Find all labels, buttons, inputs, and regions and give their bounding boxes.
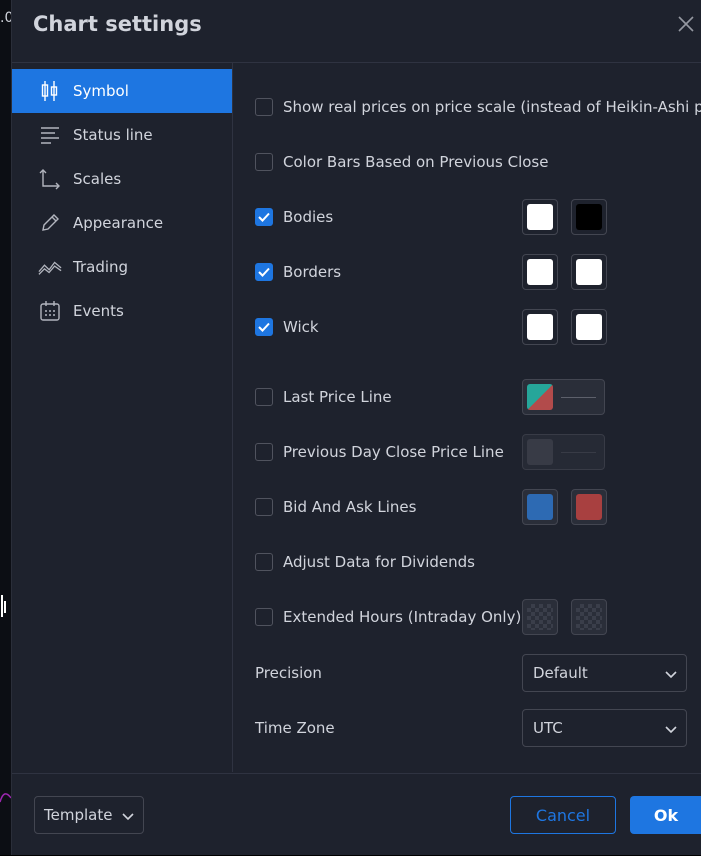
show-real-prices-checkbox[interactable] xyxy=(255,98,273,116)
last-price-line-row: Last Price Line xyxy=(255,385,392,409)
adjust-dividends-row: Adjust Data for Dividends xyxy=(255,550,475,574)
sidebar-item-events[interactable]: Events xyxy=(12,289,232,333)
timezone-label: Time Zone xyxy=(255,719,335,737)
candlestick-icon xyxy=(38,79,62,103)
prev-day-close-row: Previous Day Close Price Line xyxy=(255,440,504,464)
close-icon[interactable] xyxy=(676,14,696,34)
last-price-line-checkbox[interactable] xyxy=(255,388,273,406)
chevron-down-icon xyxy=(122,813,134,821)
sidebar-item-label: Symbol xyxy=(73,82,129,100)
last-price-line-color xyxy=(527,384,553,410)
checkmark-icon xyxy=(258,212,270,222)
timezone-select[interactable]: UTC xyxy=(522,709,687,747)
dialog-title: Chart settings xyxy=(33,12,202,36)
borders-down-color-swatch[interactable] xyxy=(571,254,607,290)
color-bars-row: Color Bars Based on Previous Close xyxy=(255,150,548,174)
borders-row: Borders xyxy=(255,260,341,284)
lines-icon xyxy=(38,123,62,147)
wick-label: Wick xyxy=(283,318,319,336)
borders-checkbox[interactable] xyxy=(255,263,273,281)
wick-up-color-swatch[interactable] xyxy=(522,309,558,345)
sidebar-item-label: Events xyxy=(73,302,124,320)
bid-ask-checkbox[interactable] xyxy=(255,498,273,516)
chart-settings-dialog: Chart settings Symbol Status line Scales… xyxy=(11,0,701,855)
bodies-label: Bodies xyxy=(283,208,334,226)
line-style-preview xyxy=(561,396,596,398)
symbol-settings-panel: Show real prices on price scale (instead… xyxy=(233,63,701,772)
extended-hours-label: Extended Hours (Intraday Only) xyxy=(283,608,522,626)
line-style-preview xyxy=(561,451,596,453)
sidebar-item-label: Trading xyxy=(73,258,129,276)
dialog-header: Chart settings xyxy=(12,0,701,63)
wick-row: Wick xyxy=(255,315,319,339)
background-chart-edge: .0 xyxy=(0,0,13,855)
sidebar-item-appearance[interactable]: Appearance xyxy=(12,201,232,245)
dialog-footer: Template Cancel Ok xyxy=(12,773,701,856)
settings-sidebar: Symbol Status line Scales Appearance Tra… xyxy=(12,63,233,772)
checkmark-icon xyxy=(258,322,270,332)
show-real-prices-row: Show real prices on price scale (instead… xyxy=(255,95,701,119)
sidebar-item-label: Scales xyxy=(73,170,122,188)
timezone-value: UTC xyxy=(533,719,563,737)
sidebar-item-scales[interactable]: Scales xyxy=(12,157,232,201)
last-price-line-label: Last Price Line xyxy=(283,388,392,406)
trading-icon xyxy=(38,255,62,279)
prev-day-close-checkbox[interactable] xyxy=(255,443,273,461)
pencil-icon xyxy=(38,211,62,235)
cancel-button[interactable]: Cancel xyxy=(510,796,616,834)
prev-day-close-color xyxy=(527,439,553,465)
extended-hours-pre-color-swatch[interactable] xyxy=(522,599,558,635)
bodies-down-color-swatch[interactable] xyxy=(571,199,607,235)
prev-day-close-label: Previous Day Close Price Line xyxy=(283,443,504,461)
precision-select[interactable]: Default xyxy=(522,654,687,692)
bid-ask-row: Bid And Ask Lines xyxy=(255,495,416,519)
background-candle-icon xyxy=(1,595,6,617)
adjust-dividends-label: Adjust Data for Dividends xyxy=(283,553,475,571)
extended-hours-post-color-swatch[interactable] xyxy=(571,599,607,635)
precision-label: Precision xyxy=(255,664,322,682)
calendar-icon xyxy=(38,299,62,323)
bodies-checkbox[interactable] xyxy=(255,208,273,226)
chevron-down-icon xyxy=(665,671,677,679)
wick-checkbox[interactable] xyxy=(255,318,273,336)
bodies-up-color-swatch[interactable] xyxy=(522,199,558,235)
sidebar-item-symbol[interactable]: Symbol xyxy=(12,69,232,113)
borders-label: Borders xyxy=(283,263,342,281)
show-real-prices-label: Show real prices on price scale (instead… xyxy=(283,98,701,116)
wick-down-color-swatch[interactable] xyxy=(571,309,607,345)
sidebar-item-status-line[interactable]: Status line xyxy=(12,113,232,157)
axes-icon xyxy=(38,167,62,191)
template-button[interactable]: Template xyxy=(34,796,144,834)
bid-ask-label: Bid And Ask Lines xyxy=(283,498,417,516)
color-bars-label: Color Bars Based on Previous Close xyxy=(283,153,549,171)
bodies-row: Bodies xyxy=(255,205,333,229)
bid-color-swatch[interactable] xyxy=(522,489,558,525)
extended-hours-row: Extended Hours (Intraday Only) xyxy=(255,605,521,629)
extended-hours-checkbox[interactable] xyxy=(255,608,273,626)
adjust-dividends-checkbox[interactable] xyxy=(255,553,273,571)
sidebar-item-label: Status line xyxy=(73,126,153,144)
ok-button[interactable]: Ok xyxy=(630,796,701,834)
borders-up-color-swatch[interactable] xyxy=(522,254,558,290)
background-indicator-line xyxy=(0,793,11,803)
ask-color-swatch[interactable] xyxy=(571,489,607,525)
chevron-down-icon xyxy=(665,726,677,734)
checkmark-icon xyxy=(258,267,270,277)
last-price-line-style-picker[interactable] xyxy=(522,379,605,415)
template-label: Template xyxy=(44,806,113,824)
sidebar-item-label: Appearance xyxy=(73,214,164,232)
precision-value: Default xyxy=(533,664,588,682)
prev-day-close-style-picker[interactable] xyxy=(522,434,605,470)
sidebar-item-trading[interactable]: Trading xyxy=(12,245,232,289)
color-bars-checkbox[interactable] xyxy=(255,153,273,171)
